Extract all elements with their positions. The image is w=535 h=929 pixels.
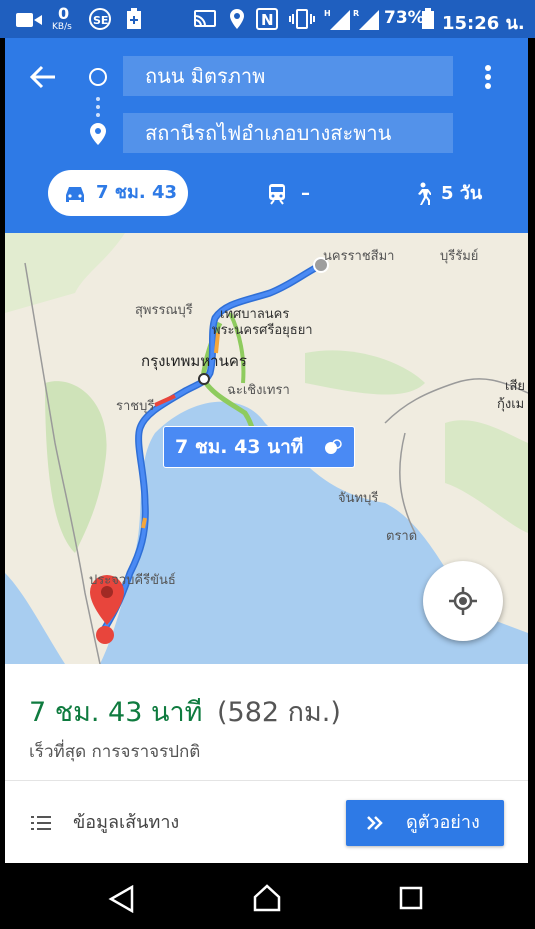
map-label-bangkok: กรุงเทพมหานคร [141, 352, 247, 370]
summary-note: เร็วที่สุด การจราจรปกติ [29, 742, 201, 762]
video-camera-icon [16, 13, 42, 27]
map-label-nakhon-ratchasima: นครราชสีมา [323, 249, 395, 264]
signal-r-icon: R [353, 9, 379, 30]
battery-percent: 73% [384, 8, 425, 28]
traffic-info-icon [325, 439, 342, 454]
map-label-siem-reap-2: กุ้งเม [497, 397, 525, 412]
nav-home-icon[interactable] [252, 883, 282, 913]
andaman-sea [5, 573, 65, 664]
list-icon [31, 816, 51, 830]
traffic-segment-2 [141, 517, 147, 529]
forest-area-3 [5, 233, 125, 313]
route-duration-label: 7 ชม. 43 นาที [175, 436, 304, 458]
my-location-icon [449, 587, 477, 615]
forest-area-4 [445, 420, 528, 533]
my-location-button[interactable] [423, 561, 503, 641]
forest-area-2 [305, 350, 425, 395]
drive-time: 7 ชม. 43 [96, 182, 178, 203]
svg-text:H: H [324, 9, 331, 18]
svg-text:SE: SE [93, 14, 108, 27]
nfc-icon: N [256, 8, 278, 30]
origin-circle-icon [89, 68, 107, 86]
train-icon [269, 184, 285, 205]
nav-back-icon[interactable] [108, 885, 136, 913]
back-arrow-icon[interactable] [29, 64, 57, 90]
cast-icon [194, 10, 216, 27]
location-icon [230, 9, 244, 29]
walk-time: 5 วัน [441, 183, 483, 204]
steps-button[interactable]: ข้อมูลเส้นทาง [23, 800, 323, 846]
tab-transit[interactable]: – [267, 172, 327, 216]
forest-area [45, 381, 107, 553]
origin-input[interactable]: ถนน มิตรภาพ [123, 56, 453, 96]
destination-input[interactable]: สถานีรถไฟอำเภอบางสะพาน [123, 113, 453, 153]
map-label-trat: ตราด [386, 529, 418, 544]
speed-value: 0 [58, 4, 70, 23]
map-label-buriram: บุรีรัมย์ [440, 249, 479, 264]
preview-button[interactable]: ดูตัวอย่าง [346, 800, 504, 846]
tab-walk[interactable]: 5 วัน [413, 172, 503, 216]
speed-unit: KB/s [52, 22, 72, 32]
more-menu-icon[interactable] [483, 64, 493, 90]
map-label-chanthaburi: จันทบุรี [338, 491, 379, 506]
map-label-ayutthaya: พระนครศรีอยุธยา [212, 323, 313, 338]
map-label-suphanburi: สุพรรณบุรี [135, 303, 193, 318]
svg-text:N: N [261, 11, 274, 29]
nav-recents-icon[interactable] [399, 886, 423, 910]
map-label-ratchaburi: ราชบุรี [116, 399, 155, 414]
summary-duration: 7 ชม. 43 นาที [29, 697, 203, 728]
city-marker-bangkok [198, 373, 210, 385]
system-nav-bar [0, 863, 535, 929]
tab-drive[interactable]: 7 ชม. 43 [48, 170, 188, 216]
transit-time: – [301, 183, 310, 204]
map-view[interactable]: นครราชสีมา บุรีรัมย์ สุพรรณบุรี เทศบาลนค… [5, 233, 528, 664]
divider [5, 780, 528, 781]
map-label-chachoengsao: ฉะเชิงเทรา [227, 383, 290, 398]
double-chevron-icon [367, 816, 383, 830]
svg-text:R: R [353, 9, 359, 18]
directions-header: ถนน มิตรภาพ สถานีรถไฟอำเภอบางสะพาน 7 ชม.… [5, 38, 528, 233]
preview-label: ดูตัวอย่าง [406, 812, 480, 833]
clock: 15:26 น. [442, 13, 525, 34]
steps-label: ข้อมูลเส้นทาง [73, 812, 180, 833]
battery-icon [422, 8, 434, 29]
route-duration-callout[interactable]: 7 ชม. 43 นาที [163, 426, 355, 468]
route-summary-sheet[interactable]: 7 ชม. 43 นาที (582 กม.) เร็วที่สุด การจร… [5, 664, 528, 863]
app-badge-icon: SE [89, 8, 111, 30]
destination-pin-icon [90, 123, 106, 145]
route-dots-icon [96, 97, 100, 117]
status-bar: 0 KB/s SE N H R 73% 15:26 น. [0, 0, 535, 38]
battery-saver-icon [127, 8, 141, 29]
signal-h-icon: H [324, 9, 350, 30]
map-label-prachuap: ประจวบคีรีขันธ์ [89, 573, 176, 588]
walk-icon [418, 182, 431, 205]
summary-distance: (582 กม.) [217, 697, 341, 728]
vibrate-icon [289, 9, 315, 29]
car-icon [66, 187, 84, 202]
